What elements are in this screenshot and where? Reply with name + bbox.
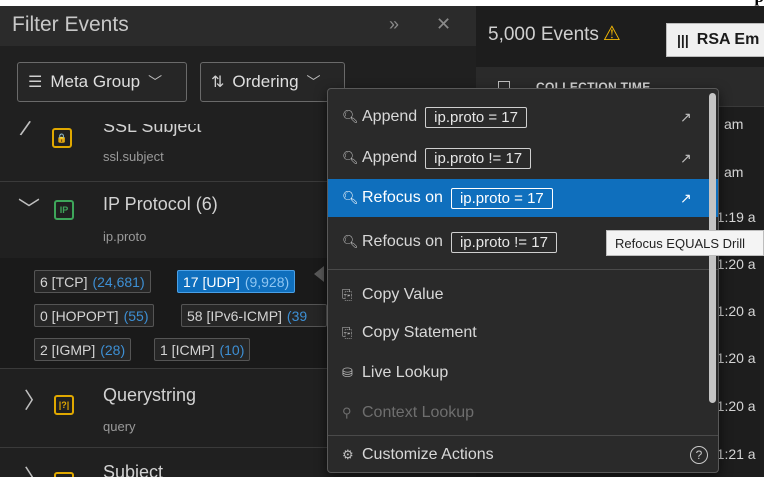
query-expression: ip.proto != 17 [425,147,532,169]
event-time-cell: am [724,164,744,180]
meta-group-button[interactable]: ☰ Meta Group ﹀ [17,62,187,102]
subject-icon [54,472,74,477]
chevron-down-icon: ﹀ [148,74,163,90]
chevron-right-icon[interactable]: / [18,116,32,143]
meta-value-count: (28) [100,341,126,358]
meta-value-count: (9,928) [244,273,290,290]
meta-key-title: SSL Subject [103,116,202,136]
menu-separator [328,269,718,270]
menu-item-copy-statement[interactable]: ⎘ Copy Statement [328,314,718,352]
context-menu: 🔍︎ Append ip.proto = 17 ↗ 🔍︎ Append ip.p… [327,88,719,473]
sort-icon: ⇅ [211,74,225,91]
menu-item-append-not-equals[interactable]: 🔍︎ Append ip.proto != 17 ↗ [328,139,718,177]
filter-panel-title: Filter Events [12,13,129,36]
meta-value-pill[interactable]: 17 [UDP] (9,928) [177,270,296,293]
menu-item-live-lookup[interactable]: ⛁ Live Lookup [328,354,718,392]
warning-icon[interactable]: ⚠ [603,23,621,45]
meta-value-count: (55) [123,307,149,324]
menu-item-label: Live Lookup [362,364,449,381]
copy-icon: ⎘ [342,325,353,340]
menu-pointer [314,266,324,282]
chevron-down-icon: ﹀ [306,74,321,90]
querystring-icon: |?| [54,395,74,415]
external-link-icon[interactable]: ↗ [680,150,692,167]
gear-icon: ⚙ [342,447,354,462]
menu-item-label: Copy Statement [362,324,477,341]
event-time-cell: am [724,116,744,132]
menu-item-label: Refocus on [362,189,443,206]
meta-value-label: 6 [TCP] [40,273,88,290]
menu-item-copy-value[interactable]: ⎘ Copy Value [328,276,718,314]
meta-key-name: ssl.subject [103,149,164,164]
column-bars-icon: ||| [677,32,689,48]
filter-panel-header: Filter Events » ✕ [0,6,476,46]
menu-item-label: Customize Actions [362,446,494,463]
collapse-panel-icon[interactable]: » [389,14,399,35]
ordering-label: Ordering [232,72,299,91]
meta-value-pill[interactable]: 1 [ICMP] (10) [154,338,251,361]
meta-value-label: 0 [HOPOPT] [40,307,119,324]
meta-value-pill[interactable]: 0 [HOPOPT] (55) [34,304,155,327]
events-count-label: 5,000 Events [488,24,599,45]
events-count: 5,000 Events ⚠ [488,21,621,46]
menu-item-refocus-equals[interactable]: 🔍︎ Refocus on ip.proto = 17 ↗ [328,179,718,217]
help-icon[interactable]: ? [690,446,708,464]
meta-key-title: IP Protocol (6) [103,194,218,214]
meta-value-label: 2 [IGMP] [40,341,96,358]
meta-value-pill[interactable]: 2 [IGMP] (28) [34,338,132,361]
chevron-right-icon[interactable]: 〉 [24,383,46,415]
rsa-button[interactable]: ||| RSA Em [666,23,764,57]
meta-key-name: ip.proto [103,229,147,244]
meta-value-count: (39 [286,307,308,324]
lookup-icon: ⛁ [342,365,353,380]
meta-value-label: 17 [UDP] [183,273,240,290]
external-link-icon[interactable]: ↗ [680,190,692,207]
menu-item-label: Context Lookup [362,404,475,421]
meta-value-count: (24,681) [92,273,145,290]
meta-group-label: Meta Group [50,72,141,91]
meta-key-title: Subject [103,462,164,477]
rsa-button-label: RSA Em [696,31,760,48]
menu-item-append-equals[interactable]: 🔍︎ Append ip.proto = 17 ↗ [328,98,718,136]
meta-value-label: 1 [ICMP] [160,341,215,358]
menu-item-label: Refocus on [362,233,443,250]
chevron-down-icon[interactable]: ﹀ [18,192,40,224]
meta-value-count: (10) [219,341,245,358]
close-icon[interactable]: ✕ [436,14,451,35]
meta-key-title: Querystring [103,385,197,405]
query-expression: ip.proto = 17 [425,106,527,128]
menu-item-context-lookup: ⚲ Context Lookup [328,394,718,432]
ip-protocol-icon: IP [54,200,74,220]
menu-item-label: Append [362,108,418,125]
list-icon: ☰ [28,74,43,91]
menu-scrollbar[interactable] [709,93,716,425]
copy-icon: ⎘ [342,287,353,302]
search-icon: 🔍︎ [342,150,359,165]
query-expression: ip.proto != 17 [450,231,557,253]
search-icon: 🔍︎ [342,109,359,124]
query-expression: ip.proto = 17 [450,187,553,209]
chevron-right-icon[interactable]: 〉 [24,460,46,477]
key-icon: 🔒 [52,128,72,148]
ordering-button[interactable]: ⇅ Ordering ﹀ [200,62,345,102]
tooltip: Refocus EQUALS Drill [606,230,764,256]
search-icon: 🔍︎ [342,234,359,249]
meta-key-name: query [103,419,136,434]
menu-item-label: Append [362,149,418,166]
context-lookup-icon: ⚲ [342,405,352,420]
meta-value-label: 58 [IPv6-ICMP] [187,307,282,324]
menu-item-customize-actions[interactable]: ⚙ Customize Actions ? [328,436,718,472]
meta-value-pill[interactable]: 58 [IPv6-ICMP] (39 [181,304,327,327]
menu-item-label: Copy Value [362,286,444,303]
external-link-icon[interactable]: ↗ [680,109,692,126]
search-icon: 🔍︎ [342,190,359,205]
meta-value-pill[interactable]: 6 [TCP] (24,681) [34,270,151,293]
